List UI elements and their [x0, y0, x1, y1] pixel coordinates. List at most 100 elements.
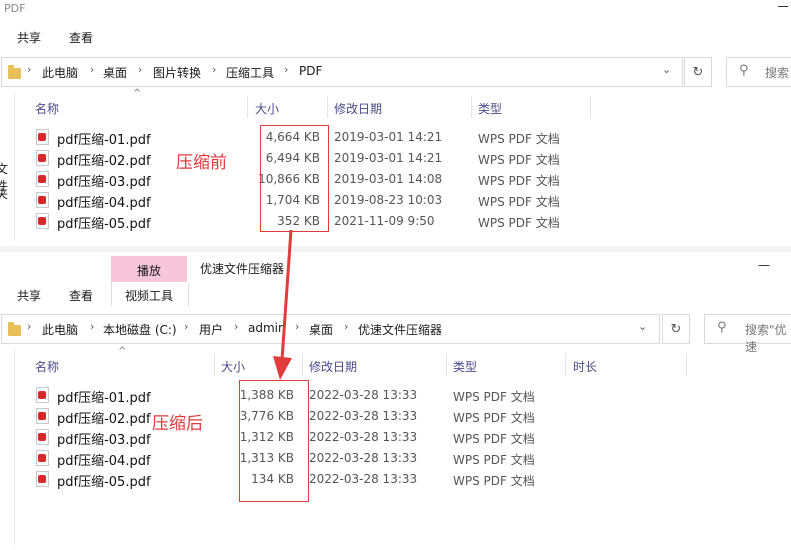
- column-divider[interactable]: [471, 96, 472, 118]
- column-divider[interactable]: [686, 354, 687, 376]
- size-highlight-box: [260, 125, 329, 232]
- window-title: PDF: [4, 2, 26, 15]
- file-name: pdf压缩-03.pdf: [57, 175, 151, 190]
- annotation-label: 压缩前: [176, 153, 227, 173]
- search-icon: ⚲: [739, 63, 749, 78]
- address-bar[interactable]: › 此电脑 › 桌面 › 图片转换 › 压缩工具 › PDF ⌄: [1, 57, 683, 87]
- chevron-right-icon: ›: [27, 63, 32, 76]
- pdf-file-icon: [36, 387, 49, 403]
- breadcrumb-item[interactable]: 此电脑: [42, 321, 78, 338]
- pdf-file-icon: [36, 471, 49, 487]
- file-name: pdf压缩-02.pdf: [57, 154, 151, 169]
- pdf-file-icon: [36, 192, 49, 208]
- breadcrumb-item[interactable]: 桌面: [103, 64, 127, 81]
- address-bar[interactable]: › 此电脑 › 本地磁盘 (C:) › 用户 › admin › 桌面 › 优速…: [1, 314, 660, 344]
- breadcrumb-item[interactable]: 图片转换: [153, 64, 201, 81]
- file-date: 2022-03-28 13:33: [309, 430, 418, 444]
- search-input[interactable]: ⚲ 搜索"优速: [704, 314, 791, 354]
- breadcrumb-item[interactable]: 此电脑: [42, 64, 78, 81]
- file-type: WPS PDF 文档: [453, 411, 535, 425]
- breadcrumb-item[interactable]: 用户: [199, 321, 223, 338]
- column-divider[interactable]: [327, 96, 328, 118]
- file-type: WPS PDF 文档: [478, 195, 560, 209]
- search-placeholder: 搜索"优速: [745, 323, 787, 354]
- column-header-size[interactable]: 大小: [255, 100, 279, 117]
- refresh-button[interactable]: ↻: [662, 314, 690, 344]
- minimize-button[interactable]: —: [758, 258, 770, 272]
- file-date: 2022-03-28 13:33: [309, 409, 418, 423]
- column-header-date[interactable]: 修改日期: [309, 358, 357, 375]
- file-type: WPS PDF 文档: [478, 216, 560, 230]
- pdf-file-icon: [36, 429, 49, 445]
- chevron-right-icon: ›: [184, 320, 189, 333]
- bottom-explorer-window: 播放 视频工具 优速文件压缩器 — 共享 查看 › 此电脑 › 本地磁盘 (C:…: [0, 252, 791, 550]
- refresh-button[interactable]: ↻: [684, 57, 712, 87]
- column-header-size[interactable]: 大小: [221, 358, 245, 375]
- breadcrumb-item[interactable]: 压缩工具: [226, 64, 274, 81]
- pdf-file-icon: [36, 450, 49, 466]
- pdf-file-icon: [36, 150, 49, 166]
- column-header-name[interactable]: 名称: [35, 358, 59, 375]
- file-name: pdf压缩-02.pdf: [57, 412, 151, 427]
- folder-icon: [8, 322, 21, 336]
- column-divider[interactable]: [565, 354, 566, 376]
- chevron-right-icon: ›: [234, 320, 239, 333]
- file-type: WPS PDF 文档: [453, 390, 535, 404]
- file-type: WPS PDF 文档: [478, 174, 560, 188]
- chevron-right-icon: ›: [27, 320, 32, 333]
- context-group: 视频工具: [111, 282, 189, 306]
- tab-share[interactable]: 共享: [17, 29, 41, 46]
- chevron-down-icon[interactable]: ⌄: [662, 63, 671, 76]
- sort-ascending-icon: ^: [133, 88, 142, 99]
- file-name: pdf压缩-04.pdf: [57, 454, 151, 469]
- file-name: pdf压缩-05.pdf: [57, 475, 151, 490]
- chevron-right-icon: ›: [90, 63, 95, 76]
- pdf-file-icon: [36, 129, 49, 145]
- refresh-icon: ↻: [692, 64, 704, 80]
- context-group-label[interactable]: 视频工具: [125, 287, 173, 304]
- file-name: pdf压缩-03.pdf: [57, 433, 151, 448]
- file-type: WPS PDF 文档: [478, 153, 560, 167]
- column-header-name[interactable]: 名称: [35, 100, 59, 117]
- chevron-right-icon: ›: [344, 320, 349, 333]
- top-explorer-window: PDF 共享 查看 › 此电脑 › 桌面 › 图片转换 › 压缩工具 › PDF…: [0, 0, 791, 246]
- chevron-down-icon[interactable]: ⌄: [638, 320, 647, 333]
- search-icon: ⚲: [717, 320, 727, 335]
- sort-ascending-icon: ^: [118, 346, 127, 357]
- column-divider[interactable]: [590, 96, 591, 118]
- file-date: 2019-03-01 14:08: [334, 172, 443, 186]
- file-date: 2022-03-28 13:33: [309, 472, 418, 486]
- context-tab-play[interactable]: 播放: [111, 256, 187, 282]
- column-header-type[interactable]: 类型: [453, 358, 477, 375]
- breadcrumb-item[interactable]: PDF: [299, 64, 322, 78]
- file-date: 2021-11-09 9:50: [334, 214, 435, 228]
- file-date: 2019-03-01 14:21: [334, 130, 443, 144]
- breadcrumb-item[interactable]: 本地磁盘 (C:): [103, 321, 177, 338]
- pdf-file-icon: [36, 213, 49, 229]
- arrow-down-icon: [273, 229, 293, 380]
- window-control[interactable]: [778, 6, 788, 7]
- search-placeholder: 搜索: [765, 66, 790, 80]
- breadcrumb-item[interactable]: 优速文件压缩器: [358, 321, 442, 338]
- column-header-date[interactable]: 修改日期: [334, 100, 382, 117]
- file-name: pdf压缩-01.pdf: [57, 133, 151, 148]
- file-type: WPS PDF 文档: [453, 453, 535, 467]
- file-name: pdf压缩-01.pdf: [57, 391, 151, 406]
- folder-icon: [8, 65, 21, 79]
- tab-share[interactable]: 共享: [17, 287, 41, 304]
- column-divider[interactable]: [446, 354, 447, 376]
- column-header-duration[interactable]: 时长: [573, 358, 597, 375]
- chevron-right-icon: ›: [212, 63, 217, 76]
- tab-view[interactable]: 查看: [69, 29, 93, 46]
- column-divider[interactable]: [214, 354, 215, 376]
- file-type: WPS PDF 文档: [453, 432, 535, 446]
- tab-view[interactable]: 查看: [69, 287, 93, 304]
- breadcrumb-item[interactable]: 桌面: [309, 321, 333, 338]
- search-input[interactable]: ⚲ 搜索: [726, 57, 791, 87]
- column-divider[interactable]: [247, 96, 248, 118]
- annotation-label: 压缩后: [152, 414, 203, 434]
- column-divider[interactable]: [302, 354, 303, 376]
- size-highlight-box: [239, 380, 309, 502]
- file-date: 2022-03-28 13:33: [309, 388, 418, 402]
- column-header-type[interactable]: 类型: [478, 100, 502, 117]
